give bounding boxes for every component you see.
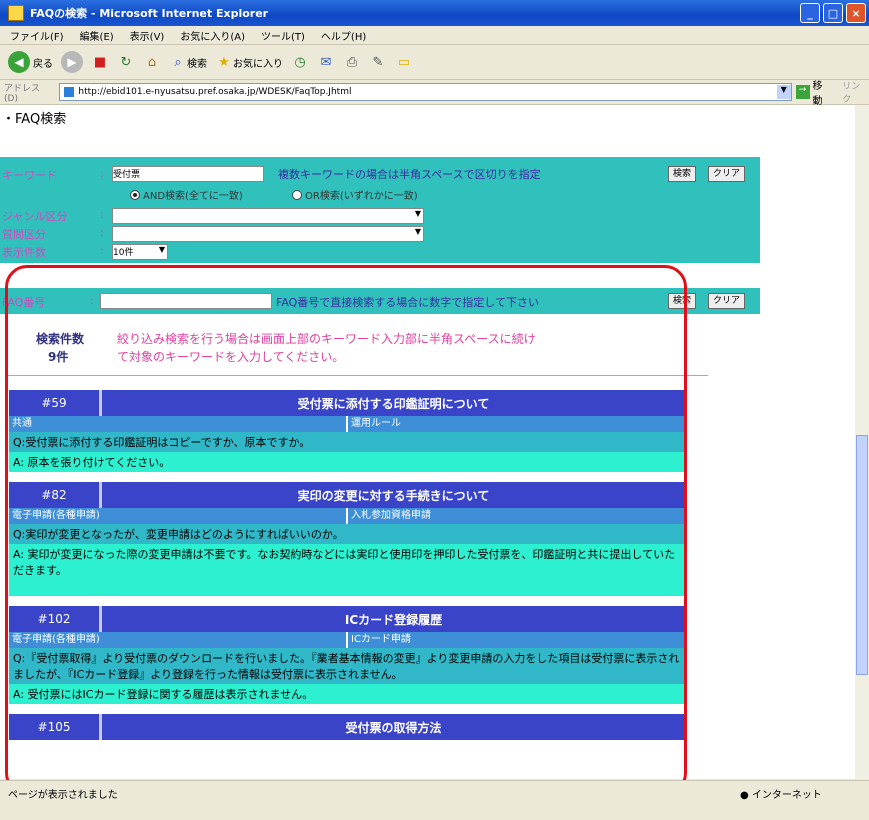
mail-icon: ✉ (320, 54, 332, 70)
home-icon: ⌂ (147, 54, 157, 70)
favorites-button[interactable]: ★ お気に入り (215, 53, 283, 71)
display-value: 10件 (113, 248, 134, 258)
history-button[interactable]: ◷ (291, 53, 309, 71)
question-select[interactable]: ▼ (112, 226, 424, 242)
address-label: アドレス(D) (4, 83, 41, 104)
status-bar: ページが表示されました ● インターネット (0, 780, 869, 820)
page-title: ・FAQ検索 (2, 112, 67, 127)
search-toolbar-label: 検索 (187, 58, 207, 70)
refresh-icon: ↻ (120, 54, 132, 70)
menu-edit[interactable]: 編集(E) (80, 28, 114, 43)
edit-icon: ✎ (372, 54, 384, 70)
menu-tools[interactable]: ツール(T) (261, 28, 305, 43)
menu-file[interactable]: ファイル(F) (10, 28, 64, 43)
search-toolbar-button[interactable]: ⌕ 検索 (169, 53, 207, 71)
or-radio-label: OR検索(いずれかに一致) (305, 191, 418, 202)
vertical-scrollbar[interactable] (855, 105, 869, 779)
print-button[interactable]: ⎙ (343, 53, 361, 71)
display-dropdown-icon: ▼ (158, 245, 165, 254)
folder-button[interactable]: ▭ (395, 53, 413, 71)
back-label: 戻る (33, 58, 53, 70)
history-icon: ◷ (294, 54, 306, 70)
forward-button[interactable]: ▶ (61, 51, 83, 73)
genre-label: ジャンル区分 (2, 210, 68, 223)
keyword-input[interactable]: 受付票 (112, 166, 264, 182)
or-radio-dot (292, 189, 302, 200)
scrollbar-thumb[interactable] (856, 435, 868, 675)
keyword-hint: 複数キーワードの場合は半角スペースで区切りを指定 (278, 168, 541, 181)
and-radio[interactable]: AND検索(全てに一致) (130, 187, 243, 202)
address-url: http://ebid101.e-nyusatsu.pref.osaka.jp/… (78, 87, 352, 97)
print-icon: ⎙ (346, 54, 358, 70)
ie-app-icon (8, 5, 24, 21)
and-radio-dot (130, 189, 140, 200)
browser-window: FAQの検索 - Microsoft Internet Explorer _ □… (0, 0, 869, 820)
question-label: 質問区分 (2, 228, 46, 241)
search-form: キーワード : 受付票 複数キーワードの場合は半角スペースで区切りを指定 検索 … (0, 157, 760, 263)
question-sep: : (100, 226, 104, 239)
question-dropdown-icon: ▼ (414, 227, 421, 236)
menu-view[interactable]: 表示(V) (130, 28, 165, 43)
folder-icon: ▭ (397, 54, 411, 70)
back-icon: ◀ (8, 51, 30, 73)
toolbar: ◀ 戻る ▶ ■ ↻ ⌂ ⌕ 検索 ★ お気に入り ◷ ✉ ⎙ ✎ ▭ (0, 45, 869, 80)
address-input[interactable]: http://ebid101.e-nyusatsu.pref.osaka.jp/… (59, 83, 792, 101)
window-title: FAQの検索 - Microsoft Internet Explorer (30, 7, 269, 20)
clear-button[interactable]: クリア (708, 166, 746, 182)
favorites-label: お気に入り (233, 58, 283, 70)
maximize-button[interactable]: □ (823, 3, 843, 23)
go-button[interactable]: → 移動 (795, 77, 833, 107)
minimize-button[interactable]: _ (800, 3, 820, 23)
forward-icon: ▶ (61, 51, 83, 73)
refresh-button[interactable]: ↻ (117, 53, 135, 71)
mail-button[interactable]: ✉ (317, 53, 335, 71)
address-bar: アドレス(D) http://ebid101.e-nyusatsu.pref.o… (0, 77, 869, 107)
back-button[interactable]: ◀ 戻る (8, 51, 53, 73)
display-select[interactable]: 10件 ▼ (112, 244, 168, 260)
home-button[interactable]: ⌂ (143, 53, 161, 71)
search-button[interactable]: 検索 (668, 166, 697, 182)
menu-help[interactable]: ヘルプ(H) (321, 28, 366, 43)
stop-button[interactable]: ■ (91, 53, 109, 71)
or-radio[interactable]: OR検索(いずれかに一致) (292, 187, 418, 202)
status-text: ページが表示されました (8, 790, 118, 801)
zone-text: ● インターネット (740, 790, 822, 801)
highlight-outline (5, 265, 687, 795)
display-label: 表示件数 (2, 246, 46, 259)
search-icon: ⌕ (174, 54, 182, 70)
genre-sep: : (100, 208, 104, 221)
edit-button[interactable]: ✎ (369, 53, 387, 71)
page-icon (64, 87, 75, 97)
display-sep: : (100, 244, 104, 257)
keyword-label: キーワード (2, 169, 57, 182)
menu-favorites[interactable]: お気に入り(A) (180, 28, 245, 43)
close-button[interactable]: × (846, 3, 866, 23)
stop-icon: ■ (93, 54, 107, 70)
go-label: 移動 (812, 81, 823, 107)
genre-dropdown-icon: ▼ (414, 209, 421, 218)
menu-bar: ファイル(F) 編集(E) 表示(V) お気に入り(A) ツール(T) ヘルプ(… (0, 26, 869, 45)
address-dropdown-icon[interactable]: ▼ (776, 85, 791, 99)
links-label[interactable]: リンク (842, 79, 869, 105)
title-bar: FAQの検索 - Microsoft Internet Explorer _ □… (0, 0, 869, 26)
keyword-sep: : (100, 167, 104, 180)
genre-select[interactable]: ▼ (112, 208, 424, 224)
go-arrow-icon: → (795, 85, 810, 99)
and-radio-label: AND検索(全てに一致) (143, 191, 243, 202)
star-icon: ★ (218, 54, 230, 70)
faqno-clear-button[interactable]: クリア (708, 293, 746, 309)
